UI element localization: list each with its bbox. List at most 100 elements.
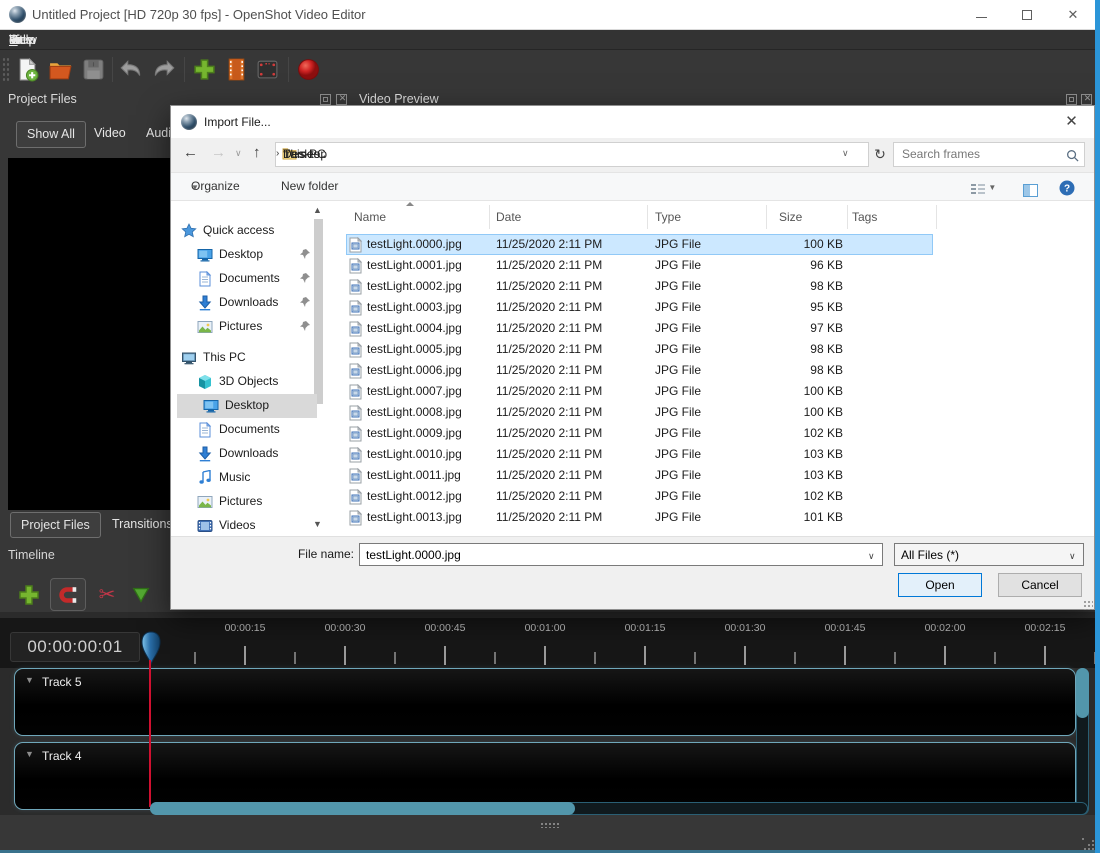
file-row[interactable]: testLight.0002.jpg11/25/2020 2:11 PMJPG …: [331, 276, 1094, 297]
open-button[interactable]: Open: [898, 573, 982, 597]
search-box[interactable]: Search frames: [893, 142, 1085, 167]
choose-profile-button[interactable]: [221, 54, 251, 84]
view-mode-button[interactable]: ▼: [971, 173, 996, 200]
refresh-icon[interactable]: ↻: [871, 142, 889, 167]
sidebar-item-downloads[interactable]: Downloads: [171, 442, 331, 466]
close-button[interactable]: ✕: [1050, 0, 1096, 30]
file-type: JPG File: [655, 402, 701, 423]
sidebar-section-quick-access[interactable]: Quick access: [171, 219, 331, 243]
file-row[interactable]: testLight.0006.jpg11/25/2020 2:11 PMJPG …: [331, 360, 1094, 381]
file-row[interactable]: testLight.0013.jpg11/25/2020 2:11 PMJPG …: [331, 507, 1094, 528]
maximize-button[interactable]: [1004, 0, 1050, 30]
import-files-button[interactable]: [189, 54, 219, 84]
redo-button[interactable]: [149, 54, 179, 84]
cancel-button[interactable]: Cancel: [998, 573, 1082, 597]
undo-button[interactable]: [116, 54, 146, 84]
new-project-button[interactable]: [12, 54, 42, 84]
dialog-resize-grip[interactable]: [1083, 600, 1093, 610]
back-button[interactable]: ←: [183, 144, 198, 161]
column-header-size[interactable]: Size: [779, 206, 802, 228]
timeline-horizontal-scrollbar-thumb[interactable]: [150, 802, 575, 815]
column-header-name[interactable]: Name: [354, 206, 386, 228]
sidebar-item-downloads[interactable]: Downloads: [171, 291, 331, 315]
minimize-button[interactable]: [958, 0, 1004, 30]
timeline-vertical-scrollbar-thumb[interactable]: [1076, 668, 1089, 718]
float-panel-icon[interactable]: [320, 94, 331, 105]
menu-help[interactable]: Help: [0, 30, 45, 50]
toolbar-grip[interactable]: [2, 57, 10, 83]
tab-project-files[interactable]: Project Files: [10, 512, 101, 538]
close-panel-icon[interactable]: ✕: [336, 94, 347, 105]
sidebar-item-music[interactable]: Music: [171, 466, 331, 490]
file-row[interactable]: testLight.0003.jpg11/25/2020 2:11 PMJPG …: [331, 297, 1094, 318]
sidebar-item-desktop[interactable]: Desktop: [171, 243, 331, 267]
column-header-tags[interactable]: Tags: [852, 206, 877, 228]
file-row[interactable]: testLight.0005.jpg11/25/2020 2:11 PMJPG …: [331, 339, 1094, 360]
ruler-time-label: 00:02:15: [1025, 622, 1066, 634]
sidebar-item-documents[interactable]: Documents: [171, 418, 331, 442]
float-panel-icon[interactable]: [1066, 94, 1077, 105]
file-type: JPG File: [655, 318, 701, 339]
playhead-line: [149, 660, 151, 807]
fullscreen-button[interactable]: [252, 54, 282, 84]
file-name-dropdown-chevron[interactable]: ∨: [868, 551, 875, 562]
file-row[interactable]: testLight.0004.jpg11/25/2020 2:11 PMJPG …: [331, 318, 1094, 339]
up-button[interactable]: ↑: [253, 144, 261, 161]
preview-pane-button[interactable]: [1023, 173, 1038, 200]
undo-icon: [118, 56, 144, 82]
dialog-title: Import File...: [204, 115, 271, 129]
file-row[interactable]: testLight.0008.jpg11/25/2020 2:11 PMJPG …: [331, 402, 1094, 423]
recent-locations-chevron[interactable]: ∨: [235, 148, 242, 159]
column-header-date[interactable]: Date: [496, 206, 521, 228]
add-marker-button[interactable]: [124, 578, 158, 611]
new-folder-button[interactable]: New folder: [281, 173, 338, 200]
file-type-select[interactable]: All Files (*) ∨: [894, 543, 1084, 566]
add-track-button[interactable]: [12, 578, 46, 611]
sidebar-section-this-pc[interactable]: This PC: [171, 346, 331, 370]
address-bar[interactable]: ›This PC›Desktop›frames ∨: [275, 142, 869, 167]
help-button[interactable]: ?: [1059, 173, 1075, 200]
timeline-track-4[interactable]: ▼Track 4: [14, 742, 1076, 810]
file-size: 101 KB: [751, 507, 843, 528]
razor-button[interactable]: ✂: [90, 578, 124, 611]
file-date: 11/25/2020 2:11 PM: [496, 486, 602, 507]
organize-button[interactable]: Organize ▼: [191, 173, 199, 200]
file-row[interactable]: testLight.0010.jpg11/25/2020 2:11 PMJPG …: [331, 444, 1094, 465]
dialog-body: ▲ ▼ Quick accessDesktopDocumentsDownload…: [171, 201, 1094, 536]
snapping-button[interactable]: [50, 578, 86, 611]
file-row[interactable]: testLight.0001.jpg11/25/2020 2:11 PMJPG …: [331, 255, 1094, 276]
file-row[interactable]: testLight.0000.jpg11/25/2020 2:11 PMJPG …: [331, 234, 1094, 255]
file-row[interactable]: testLight.0007.jpg11/25/2020 2:11 PMJPG …: [331, 381, 1094, 402]
filter-show-all-button[interactable]: Show All: [16, 121, 86, 148]
forward-button[interactable]: →: [211, 144, 226, 161]
file-name-label: File name:: [271, 547, 354, 561]
filter-video-button[interactable]: Video: [84, 121, 136, 148]
file-row[interactable]: testLight.0009.jpg11/25/2020 2:11 PMJPG …: [331, 423, 1094, 444]
splitter-grip[interactable]: [540, 822, 560, 828]
track-collapse-chevron-icon[interactable]: ▼: [25, 749, 34, 759]
breadcrumb-frames[interactable]: frames: [276, 143, 327, 166]
timeline-ruler[interactable]: 00:00:00:01 00:00:1500:00:3000:00:4500:0…: [0, 618, 1095, 668]
address-dropdown-chevron[interactable]: ∨: [842, 148, 849, 159]
sidebar-scroll-up-icon[interactable]: ▲: [313, 205, 322, 215]
column-header-type[interactable]: Type: [655, 206, 681, 228]
sidebar-item-pictures[interactable]: Pictures: [171, 315, 331, 339]
track-collapse-chevron-icon[interactable]: ▼: [25, 675, 34, 685]
close-panel-icon[interactable]: ✕: [1081, 94, 1092, 105]
sidebar-item-pictures[interactable]: Pictures: [171, 490, 331, 514]
file-name: testLight.0005.jpg: [367, 339, 462, 360]
dialog-close-button[interactable]: ✕: [1049, 106, 1094, 138]
sidebar-item-desktop[interactable]: Desktop: [177, 394, 317, 418]
file-row[interactable]: testLight.0012.jpg11/25/2020 2:11 PMJPG …: [331, 486, 1094, 507]
export-video-button[interactable]: [293, 54, 323, 84]
file-name-input[interactable]: testLight.0000.jpg ∨: [359, 543, 883, 566]
playhead-marker[interactable]: [141, 631, 161, 665]
save-project-button[interactable]: [78, 54, 108, 84]
open-project-button[interactable]: [45, 54, 75, 84]
sidebar-item-3d-objects[interactable]: 3D Objects: [171, 370, 331, 394]
file-row[interactable]: testLight.0011.jpg11/25/2020 2:11 PMJPG …: [331, 465, 1094, 486]
sidebar-item-videos[interactable]: Videos: [171, 514, 331, 538]
timeline-track-5[interactable]: ▼Track 5: [14, 668, 1076, 736]
sidebar-item-documents[interactable]: Documents: [171, 267, 331, 291]
dialog-command-bar: Organize ▼ New folder ▼ ?: [171, 172, 1094, 201]
